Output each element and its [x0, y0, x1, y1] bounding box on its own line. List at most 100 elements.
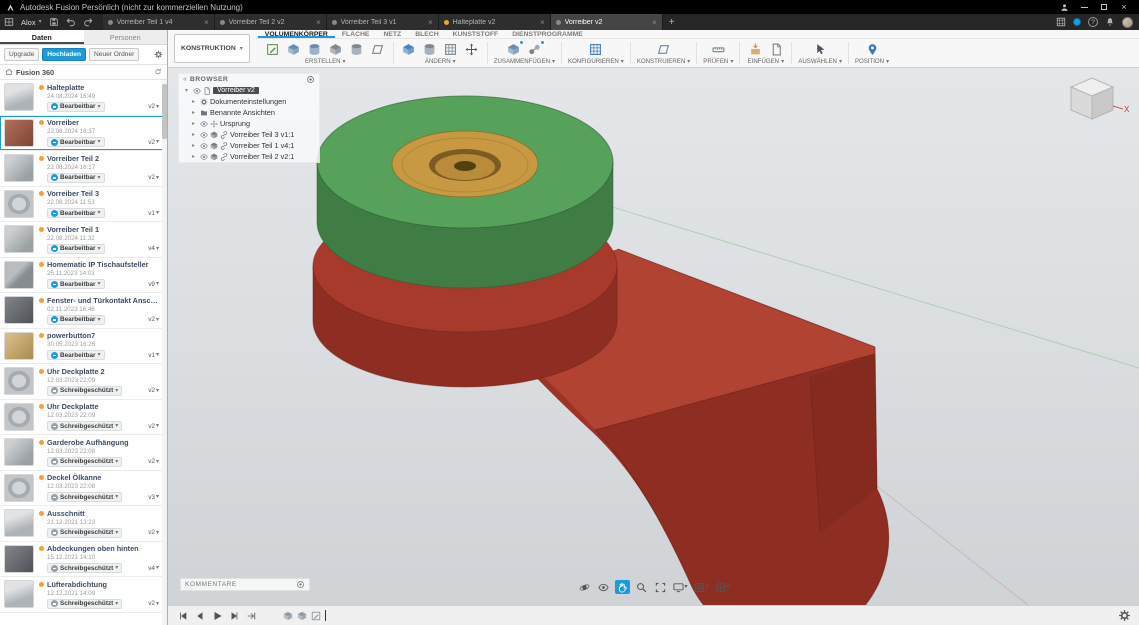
viewports-button[interactable]: ▾ [714, 580, 731, 594]
document-tab[interactable]: Halteplatte v2 × [438, 14, 551, 30]
notifications-bell-icon[interactable] [1105, 17, 1115, 27]
home-icon[interactable] [5, 68, 13, 76]
version-dropdown[interactable]: v2 ▾ [148, 316, 159, 323]
configuration-tool-button[interactable] [587, 41, 605, 58]
timeline-skip-end-button[interactable] [244, 609, 257, 622]
access-badge-dropdown[interactable]: Bearbeitbar ▾ [47, 243, 105, 254]
position-tool-button[interactable] [863, 41, 881, 58]
browser-root-item[interactable]: Vorreiber v2 [213, 87, 259, 94]
access-badge-dropdown[interactable]: Bearbeitbar ▾ [47, 101, 105, 112]
group-label-konfigurieren[interactable]: KONFIGURIEREN ▾ [568, 58, 624, 65]
sketch-tool-button[interactable] [264, 41, 282, 58]
box-tool-button[interactable] [285, 41, 303, 58]
measure-tool-button[interactable] [709, 41, 727, 58]
panel-scrollbar[interactable] [162, 80, 167, 625]
new-folder-button[interactable]: Neuer Ordner [89, 48, 140, 61]
document-tab[interactable]: Vorreiber v2 × [550, 14, 663, 30]
timeline-skip-start-button[interactable] [176, 609, 189, 622]
project-item[interactable]: Uhr Deckplatte 12.03.2023 22:09 Schreibg… [0, 399, 167, 435]
browser-item-teil3[interactable]: ▸ Vorreiber Teil 3 v1:1 [179, 129, 319, 140]
access-badge-dropdown[interactable]: Bearbeitbar ▾ [47, 279, 105, 290]
data-panel-toggle-icon[interactable] [4, 17, 14, 27]
select-tool-button[interactable] [811, 41, 829, 58]
project-item[interactable]: Homematic IP Tischaufsteller 25.11.2023 … [0, 257, 167, 293]
tab-close-icon[interactable]: × [204, 18, 209, 27]
redo-icon[interactable] [83, 17, 93, 27]
comments-panel[interactable]: KOMMENTARE [180, 578, 310, 591]
look-at-tool-button[interactable] [595, 580, 610, 594]
tab-daten[interactable]: Daten [0, 30, 84, 44]
visibility-eye-icon[interactable] [200, 131, 208, 139]
access-badge-dropdown[interactable]: Bearbeitbar ▾ [47, 350, 105, 361]
version-dropdown[interactable]: v2 ▾ [148, 387, 159, 394]
document-tab[interactable]: Vorreiber Teil 2 v2 × [214, 14, 327, 30]
account-icon[interactable] [1055, 1, 1073, 13]
group-label-pruefen[interactable]: PRÜFEN ▾ [703, 58, 733, 65]
version-dropdown[interactable]: v2 ▾ [148, 529, 159, 536]
cylinder-tool-button[interactable] [306, 41, 324, 58]
ribbon-tab[interactable]: KUNSTSTOFF [446, 30, 506, 38]
tab-personen[interactable]: Personen [83, 30, 167, 44]
press-pull-tool-button[interactable] [400, 41, 418, 58]
group-label-einfuegen[interactable]: EINFÜGEN ▾ [748, 58, 785, 65]
access-badge-dropdown[interactable]: Bearbeitbar ▾ [47, 172, 105, 183]
browser-root-row[interactable]: ▾ Vorreiber v2 [179, 85, 319, 96]
visibility-eye-icon[interactable] [200, 120, 208, 128]
access-badge-dropdown[interactable]: Bearbeitbar ▾ [47, 137, 105, 148]
project-item[interactable]: powerbutton7 30.05.2023 16:26 Bearbeitba… [0, 328, 167, 364]
new-component-tool-button[interactable] [505, 40, 524, 58]
model-bushing-ring[interactable] [391, 130, 539, 198]
version-dropdown[interactable]: v2 ▾ [148, 600, 159, 607]
ribbon-tab[interactable]: FLÄCHE [335, 30, 377, 38]
display-settings-button[interactable]: ▾ [671, 580, 688, 594]
access-badge-dropdown[interactable]: Schreibgeschützt ▾ [47, 492, 123, 503]
project-item[interactable]: Vorreiber Teil 1 22.08.2024 11:32 Bearbe… [0, 222, 167, 258]
version-dropdown[interactable]: v1 ▾ [148, 210, 159, 217]
browser-item-benannte-ansichten[interactable]: ▸ Benannte Ansichten [179, 107, 319, 118]
project-item[interactable]: Uhr Deckplatte 2 12.03.2023 22:09 Schrei… [0, 364, 167, 400]
browser-item-teil1[interactable]: ▸ Vorreiber Teil 1 v4:1 [179, 140, 319, 151]
viewport-canvas[interactable]: « BROWSER ▾ Vorreiber v2 ▸ Dokumenteinst… [168, 68, 1139, 605]
access-badge-dropdown[interactable]: Schreibgeschützt ▾ [47, 385, 123, 396]
ribbon-tab[interactable]: BLECH [408, 30, 445, 38]
project-item[interactable]: Vorreiber Teil 2 22.08.2024 16:17 Bearbe… [0, 151, 167, 187]
access-badge-dropdown[interactable]: Bearbeitbar ▾ [47, 208, 105, 219]
group-label-konstruieren[interactable]: KONSTRUIEREN ▾ [637, 58, 690, 65]
move-tool-button[interactable] [463, 41, 481, 58]
breadcrumb-label[interactable]: Fusion 360 [16, 68, 54, 77]
expand-icon[interactable]: ▸ [192, 120, 198, 127]
minimize-button[interactable] [1075, 1, 1093, 13]
project-item[interactable]: Halteplatte 24.08.2024 16:49 Bearbeitbar… [0, 80, 167, 116]
tab-close-icon[interactable]: × [316, 18, 321, 27]
new-document-button[interactable]: + [663, 17, 681, 28]
ribbon-tab[interactable]: VOLUMENKÖRPER [258, 30, 335, 38]
comments-options-icon[interactable] [296, 580, 305, 589]
version-dropdown[interactable]: v4 ▾ [148, 565, 159, 572]
project-item[interactable]: Garderobe Aufhängung 12.03.2023 22:08 Sc… [0, 435, 167, 471]
tab-close-icon[interactable]: × [428, 18, 433, 27]
project-item[interactable]: Lüfterabdichtung 12.12.2021 14:09 Schrei… [0, 577, 167, 613]
version-dropdown[interactable]: v1 ▾ [148, 352, 159, 359]
joint-tool-button[interactable] [526, 40, 545, 58]
access-badge-dropdown[interactable]: Schreibgeschützt ▾ [47, 456, 123, 467]
help-icon[interactable]: ? [1088, 17, 1098, 27]
zoom-tool-button[interactable] [633, 580, 648, 594]
group-label-zusammenfuegen[interactable]: ZUSAMMENFÜGEN ▾ [494, 58, 555, 65]
access-badge-dropdown[interactable]: Schreibgeschützt ▾ [47, 421, 123, 432]
insert-mesh-tool-button[interactable] [767, 41, 785, 58]
version-dropdown[interactable]: v2 ▾ [148, 139, 159, 146]
maximize-button[interactable] [1095, 1, 1113, 13]
version-dropdown[interactable]: v9 ▾ [148, 281, 159, 288]
user-avatar[interactable] [1122, 16, 1133, 28]
browser-item-teil2[interactable]: ▸ Vorreiber Teil 2 v2:1 [179, 151, 319, 162]
project-item[interactable]: Vorreiber Teil 3 22.08.2024 11:53 Bearbe… [0, 186, 167, 222]
timeline-feature-icon[interactable] [297, 611, 307, 621]
access-badge-dropdown[interactable]: Schreibgeschützt ▾ [47, 563, 123, 574]
sweep-tool-button[interactable] [369, 41, 387, 58]
tab-close-icon[interactable]: × [540, 18, 545, 27]
group-label-erstellen[interactable]: ERSTELLEN ▾ [305, 58, 346, 65]
settings-gear-icon[interactable] [1118, 609, 1131, 622]
close-button[interactable]: × [1115, 1, 1133, 13]
ribbon-tab[interactable]: NETZ [376, 30, 408, 38]
save-icon[interactable] [49, 17, 59, 27]
